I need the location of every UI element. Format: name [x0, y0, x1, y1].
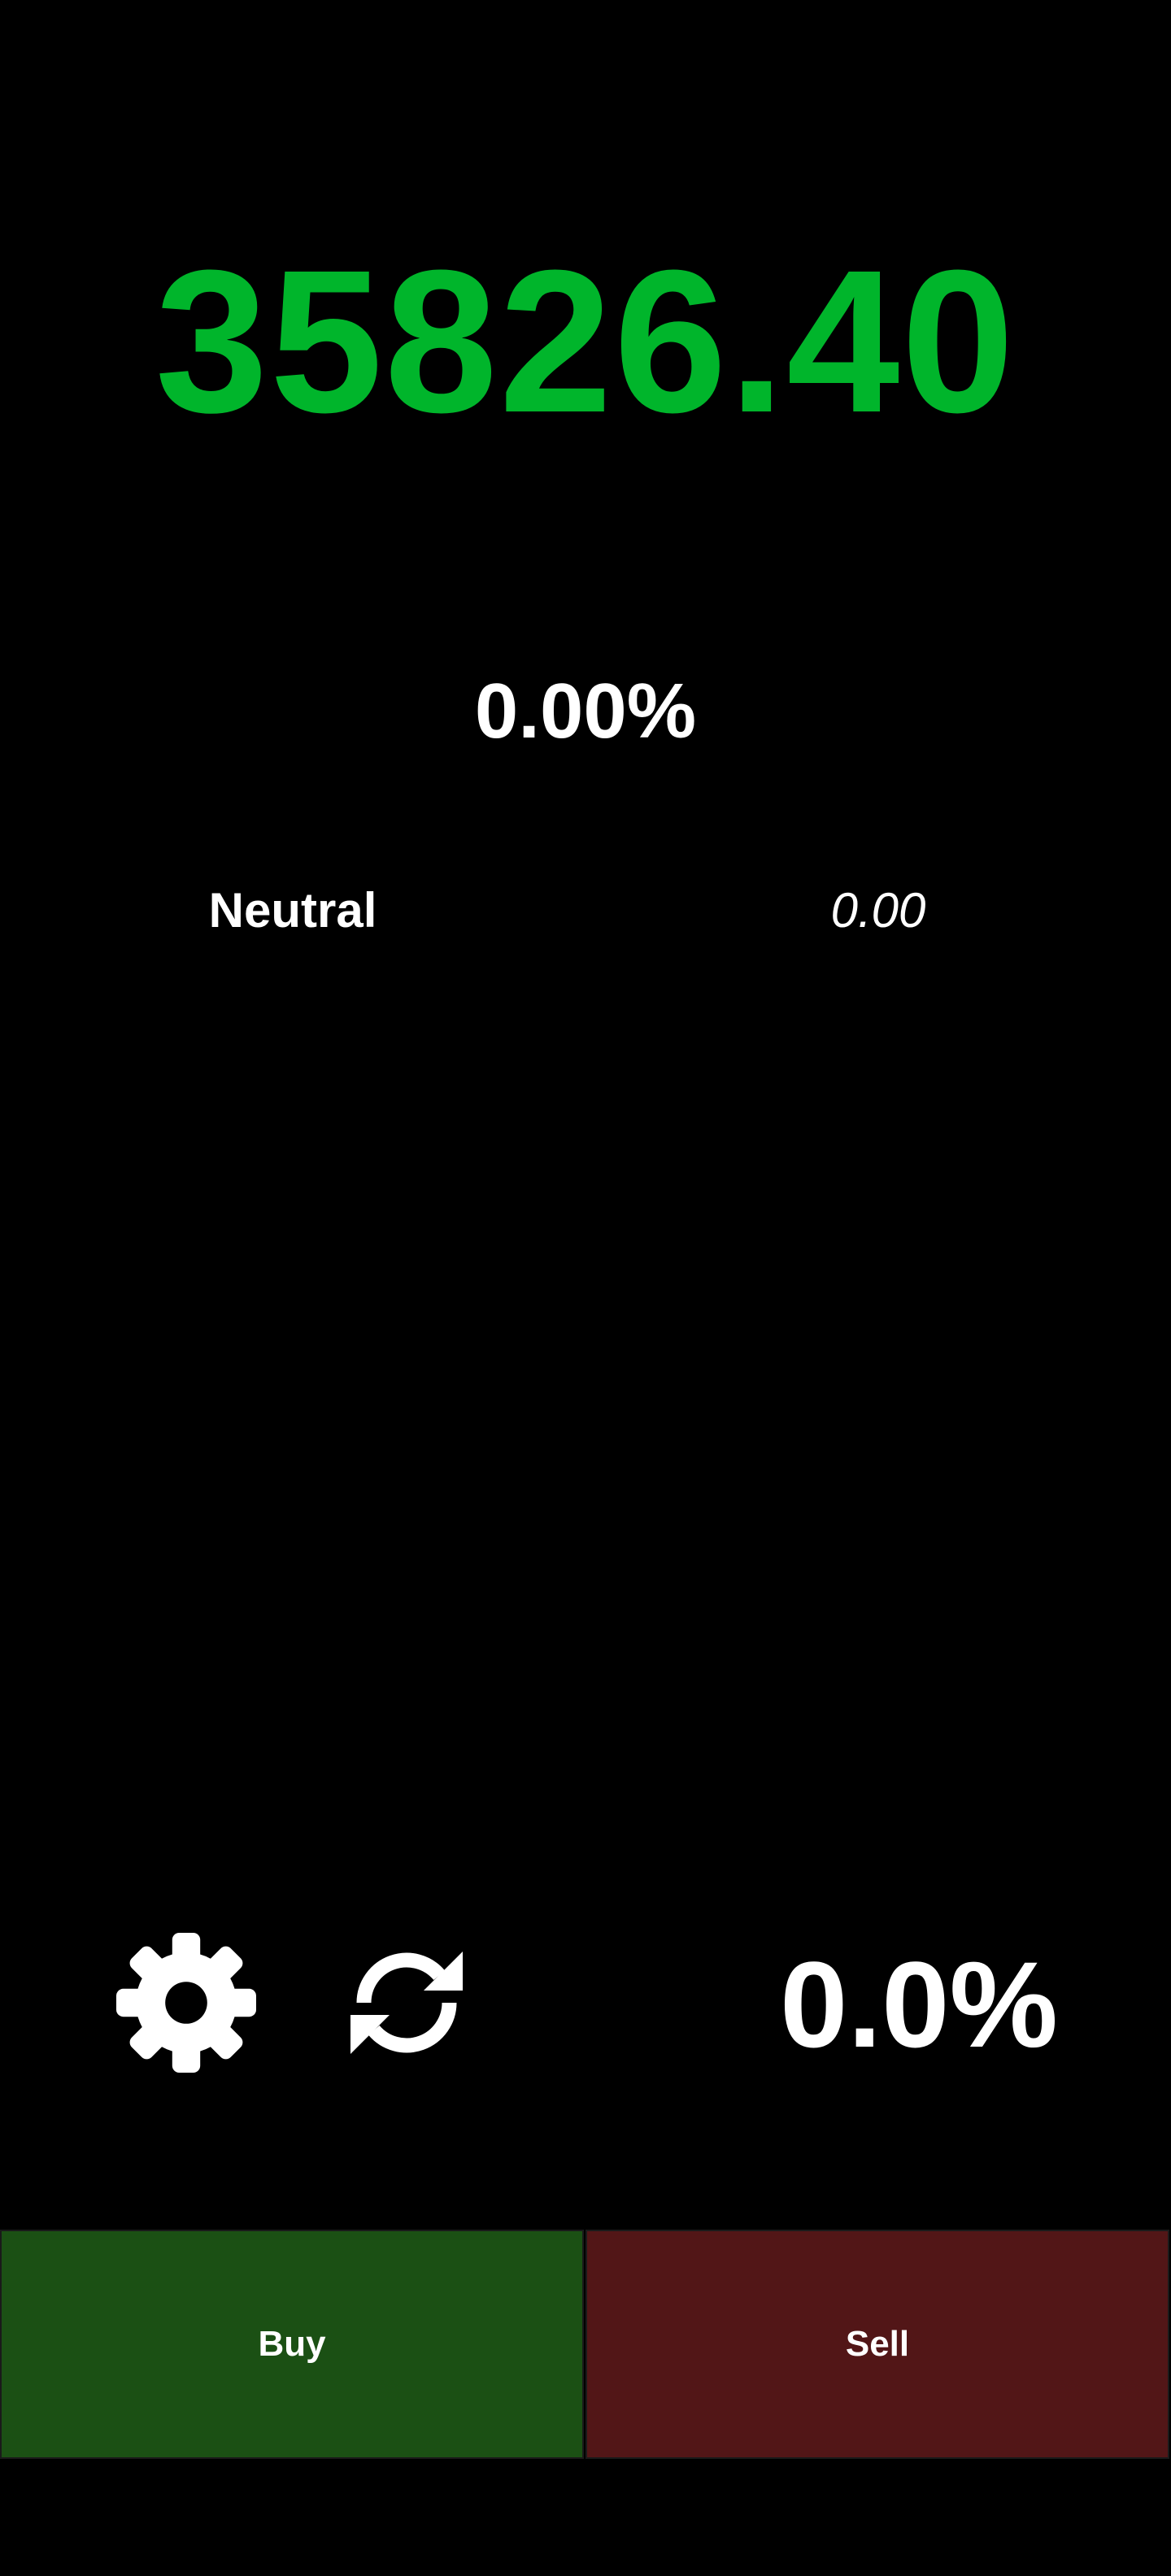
refresh-button[interactable]	[333, 1930, 480, 2076]
change-percent: 0.00%	[474, 668, 697, 755]
sentiment-value: 0.00	[830, 883, 926, 938]
settings-button[interactable]	[113, 1930, 259, 2076]
refresh-icon	[350, 1952, 463, 2054]
buy-button-label: Buy	[258, 2324, 326, 2364]
price-display: 35826.40	[155, 228, 1016, 455]
footer-percent: 0.0%	[780, 1936, 1058, 2073]
sell-button-label: Sell	[845, 2324, 910, 2364]
buy-button[interactable]: Buy	[0, 2230, 584, 2459]
sell-button[interactable]: Sell	[586, 2230, 1169, 2459]
sentiment-label: Neutral	[208, 883, 377, 938]
gear-icon	[116, 1933, 256, 2073]
